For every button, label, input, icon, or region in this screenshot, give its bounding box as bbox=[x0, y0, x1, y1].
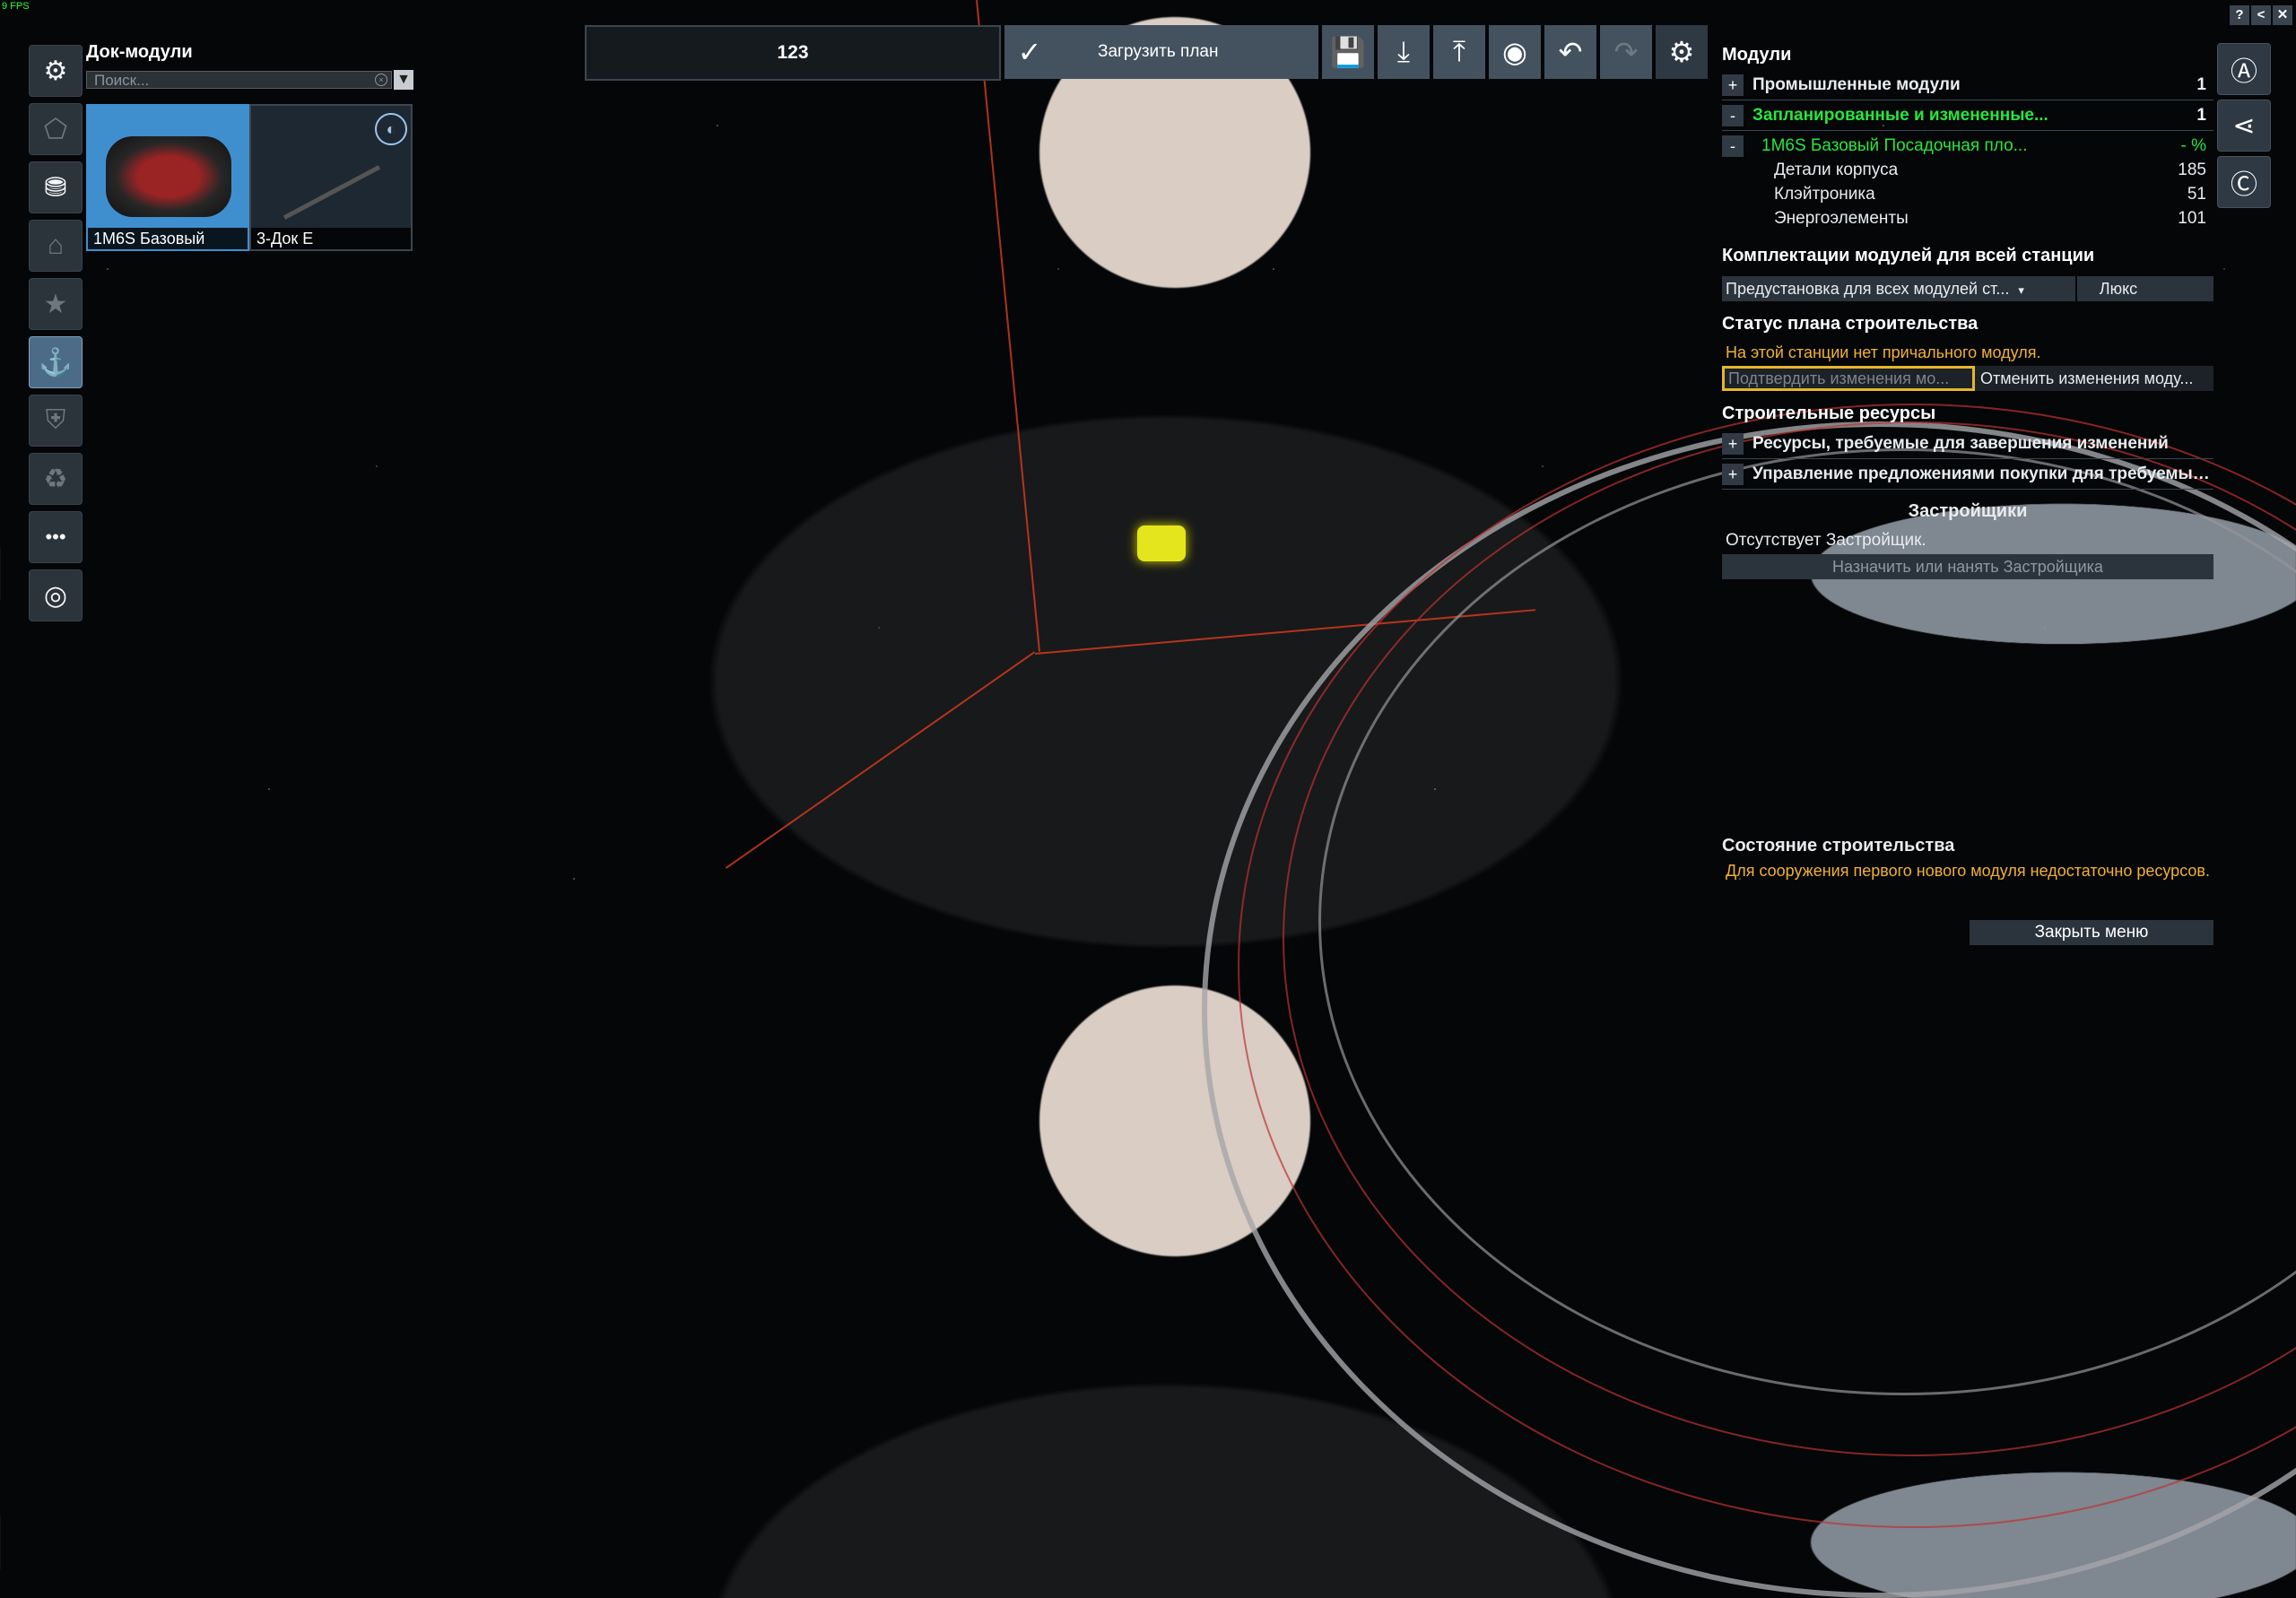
left-toolbar: ⚙ ⬠ ⛃ ⌂ ★ ⚓ ⛨ ♻ ••• ◎ bbox=[29, 45, 83, 628]
dock-search: Поиск... × ▼ bbox=[86, 70, 413, 90]
undo-icon[interactable]: ↶ bbox=[1544, 25, 1596, 79]
builders-title: Застройщики bbox=[1908, 501, 2028, 521]
load-plan-button[interactable]: ✓ Загрузить план bbox=[1004, 25, 1318, 79]
expand-toggle[interactable]: + bbox=[1722, 463, 1744, 485]
upload-icon[interactable]: ⤒ bbox=[1433, 25, 1485, 79]
plan-buttons: Подтвердить изменения мо... Отменить изм… bbox=[1722, 366, 2213, 391]
back-button[interactable]: < bbox=[2251, 5, 2271, 25]
recycle-icon[interactable]: ♻ bbox=[29, 453, 83, 505]
check-icon: ✓ bbox=[1017, 36, 1042, 68]
module-cards: 1M6S Базовый ◐ 3-Док E bbox=[86, 104, 413, 251]
share-icon[interactable]: ⋖ bbox=[2217, 100, 2271, 152]
detail-row: Энергоэлементы 101 bbox=[1774, 209, 2206, 228]
buy-offers-row[interactable]: + Управление предложениями покупки для т… bbox=[1722, 459, 2213, 490]
redo-icon[interactable]: ↷ bbox=[1600, 25, 1652, 79]
module-entry-row[interactable]: - 1M6S Базовый Посадочная пло... - % bbox=[1722, 131, 2213, 161]
build-state-message: Для сооружения первого нового модуля нед… bbox=[1726, 862, 2210, 880]
more-icon[interactable]: ••• bbox=[29, 511, 83, 563]
clear-search-icon[interactable]: × bbox=[375, 74, 387, 86]
search-input[interactable]: Поиск... × bbox=[86, 71, 392, 89]
star-icon[interactable]: ★ bbox=[29, 278, 83, 330]
loadout-row: Предустановка для всех модулей ст... ▾ Лю… bbox=[1722, 276, 2213, 301]
credits-icon[interactable]: Ⓒ bbox=[2217, 156, 2271, 208]
close-menu-button[interactable]: Закрыть меню bbox=[1970, 920, 2213, 945]
module-card-label: 1M6S Базовый bbox=[88, 228, 248, 249]
help-button[interactable]: ? bbox=[2230, 5, 2249, 25]
resources-title: Строительные ресурсы bbox=[1722, 404, 1936, 423]
add-module-icon[interactable]: ⬠ bbox=[29, 103, 83, 155]
load-plan-label: Загрузить план bbox=[1098, 42, 1219, 61]
anchor-icon[interactable]: ⚓ bbox=[29, 336, 83, 388]
module-card-3-dock-e[interactable]: ◐ 3-Док E bbox=[249, 104, 413, 251]
assign-builder-button[interactable]: Назначить или нанять Застройщика bbox=[1722, 554, 2213, 579]
collapse-toggle[interactable]: - bbox=[1722, 104, 1744, 126]
close-button[interactable]: ✕ bbox=[2273, 5, 2292, 25]
confirm-changes-button[interactable]: Подтвердить изменения мо... bbox=[1722, 366, 1975, 391]
window-controls: ? < ✕ bbox=[2228, 5, 2292, 25]
modules-panel: Модули + Промышленные модули 1 - Заплани… bbox=[1722, 39, 2213, 579]
plan-status-title: Статус плана строительства bbox=[1722, 314, 1979, 334]
planned-modules-row[interactable]: - Запланированные и измененные... 1 bbox=[1722, 100, 2213, 131]
download-icon[interactable]: ⤓ bbox=[1378, 25, 1430, 79]
right-toolbar: Ⓐ ⋖ Ⓒ bbox=[2217, 43, 2271, 213]
no-builder-text: Отсутствует Застройщик. bbox=[1726, 531, 1926, 550]
module-thumbnail bbox=[106, 136, 231, 217]
module-card-label: 3-Док E bbox=[251, 228, 411, 249]
collapse-toggle[interactable]: - bbox=[1722, 135, 1744, 157]
view-icon[interactable]: ◉ bbox=[1489, 25, 1541, 79]
build-icon[interactable]: Ⓐ bbox=[2217, 43, 2271, 95]
cancel-changes-button[interactable]: Отменить изменения моду... bbox=[1975, 366, 2213, 391]
dock-panel-title: Док-модули bbox=[86, 42, 193, 62]
chevron-down-icon: ▾ bbox=[2018, 283, 2024, 297]
module-thumbnail bbox=[269, 136, 395, 217]
save-icon[interactable]: 💾 bbox=[1322, 25, 1374, 79]
loadout-level-dropdown[interactable]: Люкс bbox=[2077, 276, 2213, 301]
detail-row: Клэйтроника 51 bbox=[1774, 185, 2206, 204]
build-state-panel: Состояние строительства Для сооружения п… bbox=[1722, 830, 2213, 881]
industrial-modules-row[interactable]: + Промышленные модули 1 bbox=[1722, 70, 2213, 100]
plan-name-field[interactable]: 123 bbox=[585, 25, 1001, 81]
build-state-title: Состояние строительства bbox=[1722, 836, 1955, 855]
expand-toggle[interactable]: + bbox=[1722, 432, 1744, 455]
selected-dock-marker[interactable] bbox=[1137, 525, 1186, 561]
spiral-icon[interactable]: ◎ bbox=[29, 569, 83, 621]
required-resources-row[interactable]: + Ресурсы, требуемые для завершения изме… bbox=[1722, 429, 2213, 459]
loadout-dropdown[interactable]: Предустановка для всех модулей ст... ▾ bbox=[1722, 276, 2075, 301]
status-warning: На этой станции нет причального модуля. bbox=[1726, 343, 2041, 361]
settings-icon[interactable]: ⚙ bbox=[1656, 25, 1708, 79]
modules-title: Модули bbox=[1722, 45, 1792, 65]
habitat-icon[interactable]: ⌂ bbox=[29, 220, 83, 272]
detail-row: Детали корпуса 185 bbox=[1774, 161, 2206, 179]
storage-icon[interactable]: ⛃ bbox=[29, 161, 83, 213]
loadout-title: Комплектации модулей для всей станции bbox=[1722, 246, 2095, 265]
dock-modules-panel: Док-модули Поиск... × ▼ 1M6S Базовый ◐ 3… bbox=[86, 39, 413, 251]
filter-icon[interactable]: ▼ bbox=[394, 70, 413, 90]
shield-icon[interactable]: ⛨ bbox=[29, 395, 83, 447]
expand-toggle[interactable]: + bbox=[1722, 74, 1744, 96]
top-toolbar: 123 ✓ Загрузить план 💾 ⤓ ⤒ ◉ ↶ ↷ ⚙ bbox=[585, 25, 1708, 81]
gear-cluster-icon[interactable]: ⚙ bbox=[29, 45, 83, 97]
module-card-1m6s[interactable]: 1M6S Базовый bbox=[86, 104, 249, 251]
